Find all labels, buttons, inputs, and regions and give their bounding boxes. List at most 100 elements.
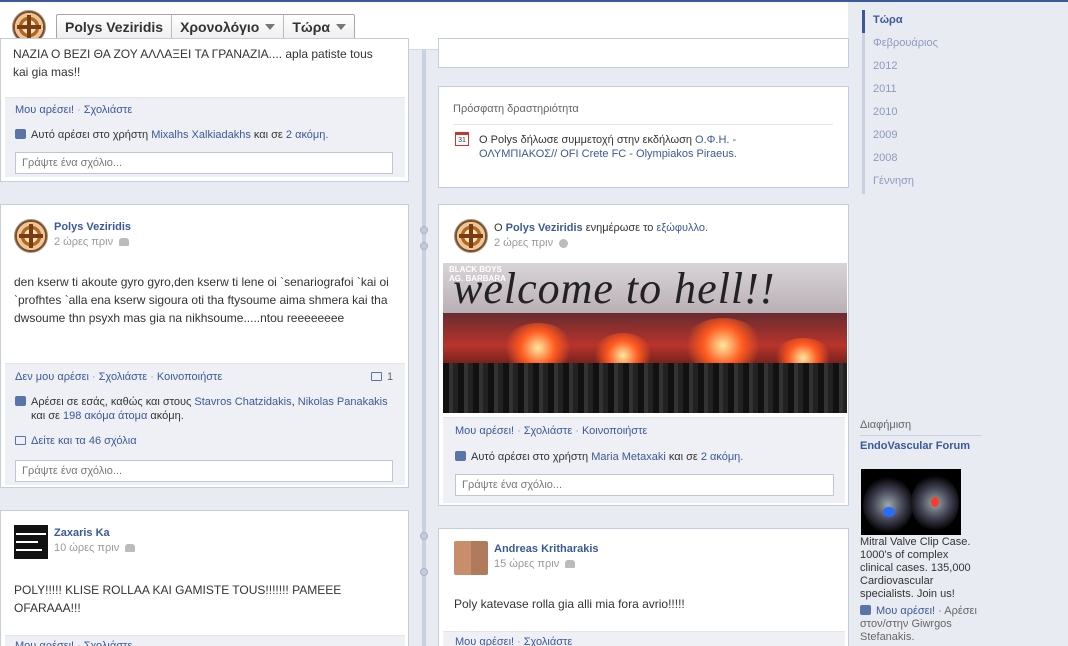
likes-summary: Αυτό αρέσει στο χρήστη Mixalhs Xalkiadak…: [15, 128, 328, 142]
calendar-icon: 31: [455, 132, 469, 146]
timeline-dot: [420, 226, 428, 234]
event-link[interactable]: Ο.Φ.Η. -: [695, 134, 736, 146]
photo-tag-line: BLACK BOYS: [449, 265, 502, 274]
profile-name-button[interactable]: Polys Veziridis: [57, 15, 173, 39]
crowd: [443, 363, 847, 413]
year-link-born[interactable]: Γέννηση: [865, 171, 938, 194]
view-all-comments[interactable]: Δείτε και τα 46 σχόλια: [15, 435, 137, 447]
friends-icon: [125, 544, 136, 553]
activity-prefix: Ο Polys δήλωσε συμμετοχή στην εκδήλωση: [479, 134, 692, 146]
unlike-link[interactable]: Δεν μου αρέσει: [15, 371, 89, 383]
post-feedback: Μου αρέσει! · Σχολιάστε · Κοινοποιήστε Αυτό …: [443, 417, 845, 503]
comment-input[interactable]: Γράψτε ένα σχόλιο...: [15, 152, 393, 174]
post-time[interactable]: 2 ώρες πριν: [494, 237, 569, 249]
cover-photo[interactable]: welcome to hell!! BLACK BOYS AG. BARBARA: [443, 263, 847, 413]
liker-link[interactable]: Mixalhs Xalkiadakhs: [151, 129, 251, 141]
globe-icon: [559, 238, 569, 248]
comment-link[interactable]: Σχολιάστε: [524, 636, 573, 646]
ad-headline[interactable]: EndoVascular Forum: [860, 440, 990, 453]
view-comments-label: Δείτε και τα 46 σχόλια: [31, 435, 137, 447]
timeline-dot: [420, 242, 428, 250]
author-name[interactable]: Zaxaris Ka: [54, 527, 110, 539]
comment-link[interactable]: Σχολιάστε: [84, 640, 133, 646]
post-card-cut: [438, 38, 849, 68]
year-link-2010[interactable]: 2010: [865, 102, 938, 125]
timeline-dot: [420, 532, 428, 540]
photo-tag-line: AG. BARBARA: [449, 274, 506, 283]
more-likers-link[interactable]: 2 ακόμη.: [701, 451, 744, 463]
share-link[interactable]: Κοινοποιήστε: [157, 371, 222, 383]
timeline-spine: [422, 50, 426, 646]
separator: ·: [77, 640, 81, 646]
post-actions: Μου αρέσει! · Σχολιάστε: [15, 640, 132, 646]
author-avatar[interactable]: [14, 525, 48, 559]
ad-image[interactable]: [861, 469, 961, 535]
comment-input[interactable]: Γράψτε ένα σχόλιο...: [15, 460, 393, 482]
post-time[interactable]: 2 ώρες πριν: [54, 236, 130, 248]
like-link[interactable]: Μου αρέσει!: [15, 104, 74, 116]
year-link-2012[interactable]: 2012: [865, 56, 938, 79]
comment-count-value: 1: [387, 371, 394, 383]
comment-input[interactable]: Γράψτε ένα σχόλιο...: [455, 474, 834, 496]
likes-prefix: Αυτό αρέσει στο χρήστη: [31, 129, 149, 141]
year-link-2008[interactable]: 2008: [865, 148, 938, 171]
likes-line2-suffix: ακόμη.: [150, 410, 184, 422]
post-time-label: 10 ώρες πριν: [54, 542, 120, 554]
comment-link[interactable]: Σχολιάστε: [84, 104, 133, 116]
liker-link[interactable]: Nikolas Panakakis: [298, 396, 388, 408]
timeline-years-nav: Τώρα Φεβρουάριος 2012 2011 2010 2009 200…: [862, 10, 938, 194]
separator: ·: [77, 104, 81, 116]
more-likers-link[interactable]: 198 ακόμα άτομα: [63, 410, 147, 422]
post-actions: Δεν μου αρέσει · Σχολιάστε · Κοινοποιήστε: [15, 371, 222, 383]
author-name[interactable]: Polys Veziridis: [54, 221, 131, 233]
author-avatar[interactable]: [14, 219, 48, 253]
year-link-2011[interactable]: 2011: [865, 79, 938, 102]
author-avatar[interactable]: [454, 219, 488, 253]
cover-link[interactable]: εξώφυλλο.: [656, 222, 708, 234]
author-name[interactable]: Polys Veziridis: [506, 222, 583, 234]
liker-link[interactable]: Maria Metaxaki: [591, 451, 666, 463]
cover-post-title: Ο Polys Veziridis ενημέρωσε το εξώφυλλο.: [494, 222, 708, 234]
post-time-label: 15 ώρες πριν: [494, 558, 560, 570]
comment-count[interactable]: 1: [371, 371, 393, 383]
post-time[interactable]: 10 ώρες πριν: [54, 542, 136, 554]
ads-title: Διαφήμιση: [860, 419, 982, 436]
recent-activity-card: Πρόσφατη δραστηριότητα 31 Ο Polys δήλωσε…: [438, 86, 849, 188]
likes-and: και σε: [253, 129, 283, 141]
post-time-label: 2 ώρες πριν: [494, 237, 554, 249]
post-text: den kserw ti akoute gyro gyro,den kserw …: [14, 275, 389, 325]
timeline-dropdown[interactable]: Χρονολόγιο: [172, 15, 285, 39]
post-text-line: NAZIA O BEZI ΘΑ ΖΟΥ ΑΛΛΑΞΕΙ ΤΑ ΓΡΑΝΑΖΙΑ.…: [13, 47, 373, 61]
year-link-now[interactable]: Τώρα: [862, 10, 938, 33]
likes-line2-prefix: και σε: [31, 410, 60, 422]
post-card: Andreas Kritharakis 15 ώρες πριν Poly ka…: [438, 528, 849, 646]
now-dropdown[interactable]: Τώρα: [284, 15, 354, 39]
avatar-stripe: [16, 533, 46, 535]
year-link-february[interactable]: Φεβρουάριος: [865, 33, 938, 56]
likes-summary: Αυτό αρέσει στο χρήστη Maria Metaxaki κα…: [455, 450, 743, 464]
share-link[interactable]: Κοινοποιήστε: [582, 425, 647, 437]
post-time[interactable]: 15 ώρες πριν: [494, 558, 576, 570]
event-link-continued[interactable]: ΟΛΥΜΠΙΑΚΟΣ// OFI Crete FC - Olympiakos P…: [479, 148, 737, 160]
liker-link[interactable]: Stavros Chatzidakis: [194, 396, 291, 408]
author-avatar[interactable]: [454, 541, 488, 575]
likes-prefix: Αρέσει σε εσάς, καθώς και στους: [31, 396, 192, 408]
author-name[interactable]: Andreas Kritharakis: [494, 543, 599, 555]
ad-like-link[interactable]: Μου αρέσει!: [876, 605, 935, 617]
thumbs-up-icon: [15, 396, 26, 406]
post-feedback: Μου αρέσει! · Σχολιάστε Αυτό αρέσει στο χρ…: [5, 97, 405, 177]
ad-scan: [863, 477, 913, 533]
year-link-2009[interactable]: 2009: [865, 125, 938, 148]
comment-link[interactable]: Σχολιάστε: [99, 371, 148, 383]
post-feedback: Δεν μου αρέσει · Σχολιάστε · Κοινοποιήστε 1 …: [5, 363, 405, 485]
like-link[interactable]: Μου αρέσει!: [455, 636, 514, 646]
comment-link[interactable]: Σχολιάστε: [524, 425, 573, 437]
post-feedback: Μου αρέσει! · Σχολιάστε: [443, 631, 845, 646]
thumbs-up-icon: [455, 451, 466, 461]
timeline-dot: [420, 568, 428, 576]
now-label: Τώρα: [292, 19, 331, 35]
like-link[interactable]: Μου αρέσει!: [455, 425, 514, 437]
more-likers-link[interactable]: 2 ακόμη.: [286, 129, 329, 141]
post-actions: Μου αρέσει! · Σχολιάστε: [455, 636, 572, 646]
like-link[interactable]: Μου αρέσει!: [15, 640, 74, 646]
